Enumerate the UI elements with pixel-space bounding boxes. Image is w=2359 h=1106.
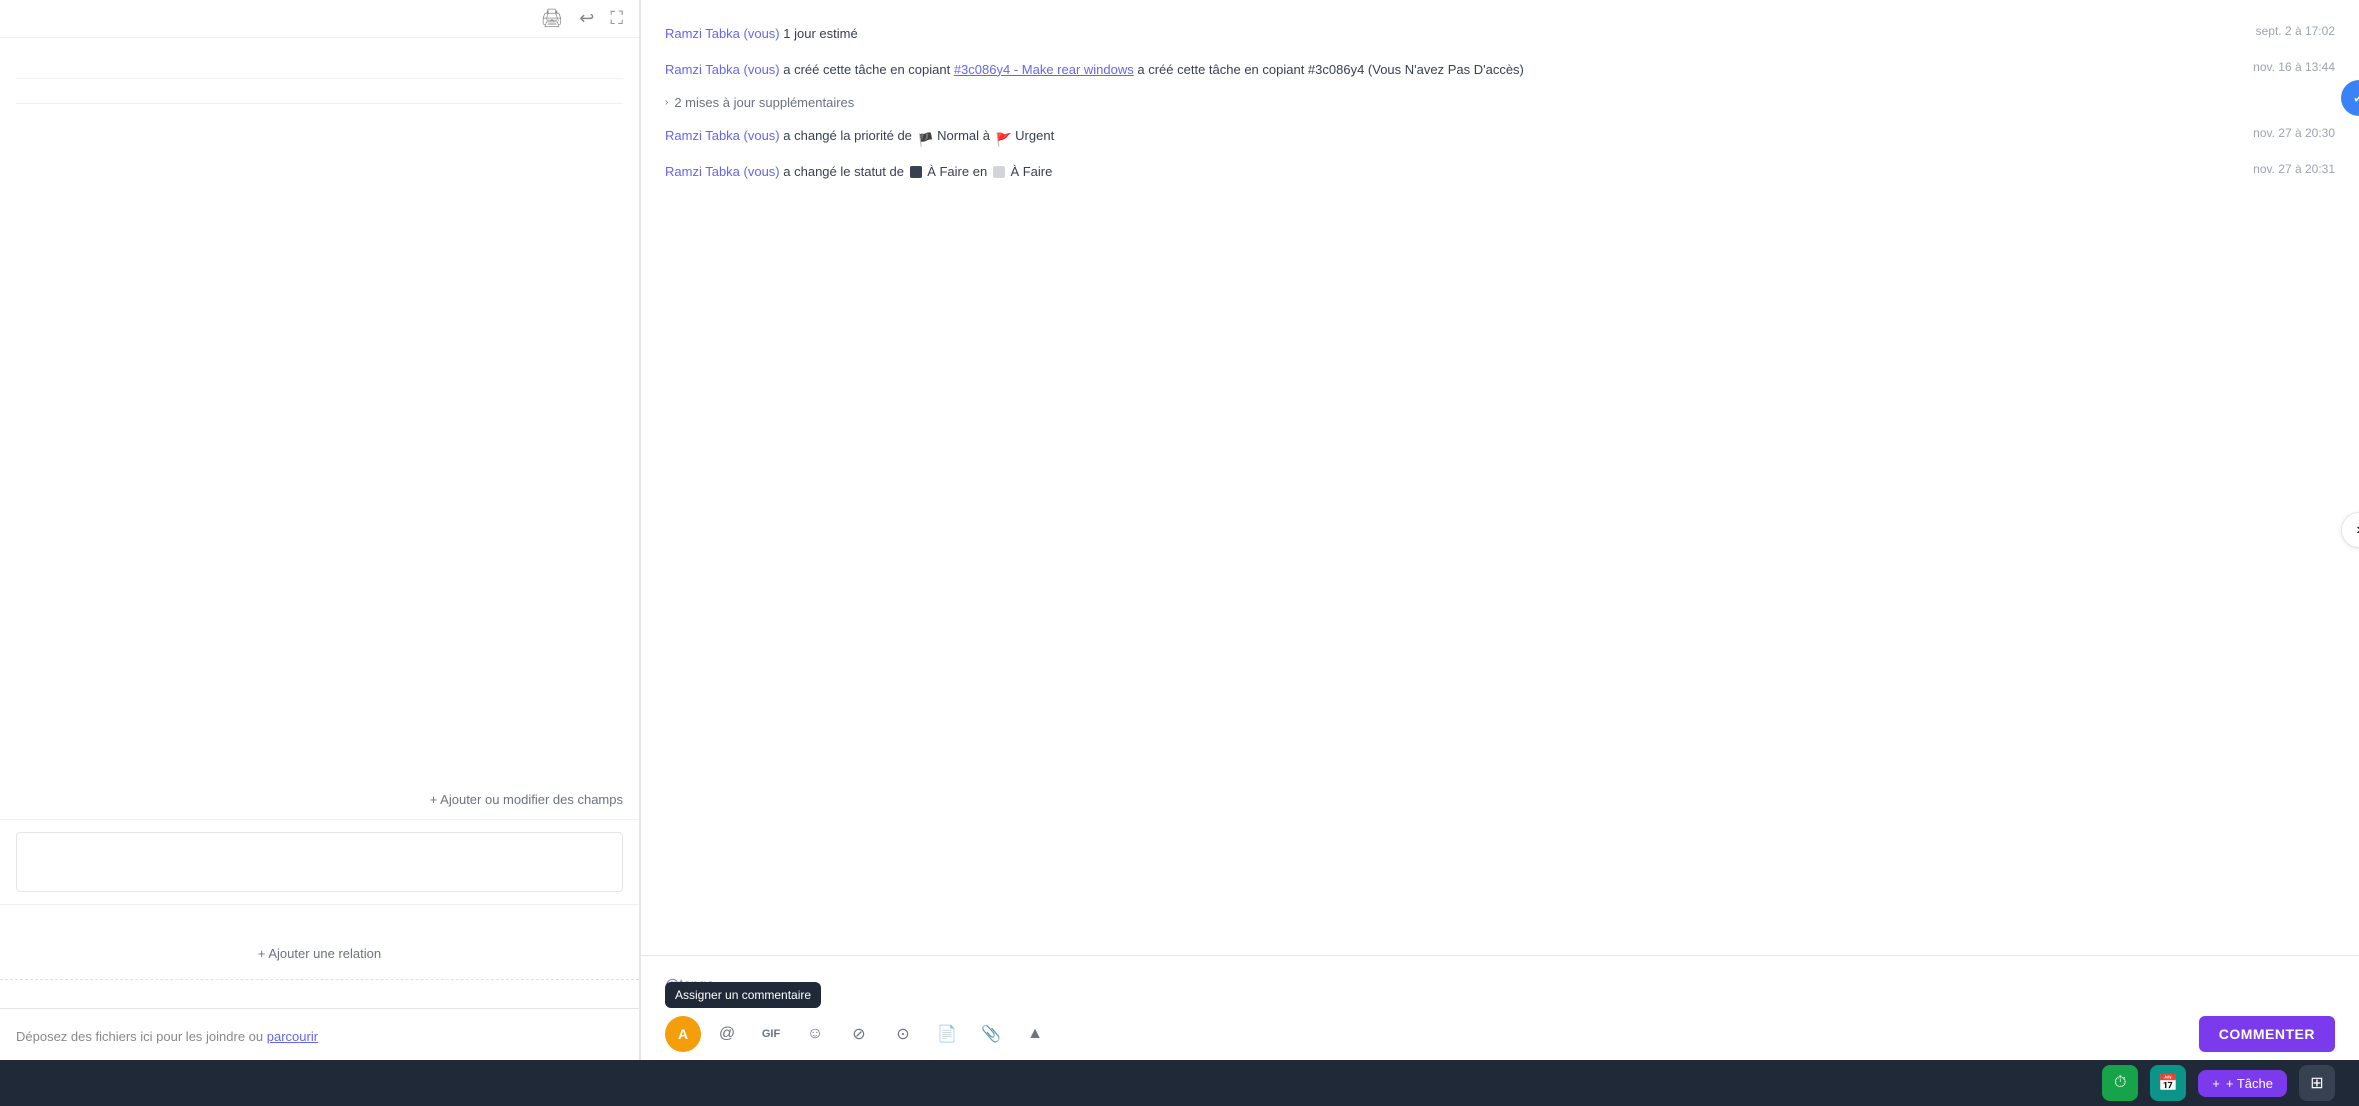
more-updates[interactable]: › 2 mises à jour supplémentaires xyxy=(665,87,2335,118)
left-content xyxy=(0,38,639,780)
emoji-icon: ☺ xyxy=(807,1025,823,1043)
record-icon: ⊙ xyxy=(896,1024,909,1044)
calendar-icon: 📅 xyxy=(2158,1073,2178,1093)
right-panel: › ✓ Ramzi Tabka (vous) 1 jour estimé sep… xyxy=(640,0,2359,1060)
mention-button[interactable]: @ xyxy=(709,1016,745,1052)
drop-zone: Déposez des fichiers ici pour les joindr… xyxy=(0,1013,639,1060)
user-link-2[interactable]: Ramzi Tabka (vous) xyxy=(665,62,780,77)
activity-post-2: a créé cette tâche en copiant #3c086y4 (… xyxy=(1137,62,1524,77)
gif-button[interactable]: GIF xyxy=(753,1016,789,1052)
add-modify-link[interactable]: + Ajouter ou modifier des champs xyxy=(430,792,623,807)
timestamp-2: nov. 16 à 13:44 xyxy=(2253,60,2335,74)
browse-link[interactable]: parcourir xyxy=(267,1029,318,1044)
add-relation-link[interactable]: + Ajouter une relation xyxy=(258,946,381,961)
drive-button[interactable]: ▲ xyxy=(1017,1016,1053,1052)
add-task-button[interactable]: + + Tâche xyxy=(2198,1070,2287,1097)
gif-icon: GIF xyxy=(762,1028,780,1040)
flag-normal-icon: 🏴 xyxy=(918,130,932,144)
calendar-button[interactable]: 📅 xyxy=(2150,1065,2186,1101)
user-link-4[interactable]: Ramzi Tabka (vous) xyxy=(665,128,780,143)
activity-pre-4: a changé la priorité de xyxy=(783,128,915,143)
more-updates-label: 2 mises à jour supplémentaires xyxy=(674,95,854,110)
strikethrough-icon: ⊘ xyxy=(852,1024,865,1044)
activity-feed: Ramzi Tabka (vous) 1 jour estimé sept. 2… xyxy=(641,0,2359,955)
activity-item-estimate: Ramzi Tabka (vous) 1 jour estimé sept. 2… xyxy=(665,16,2335,52)
comment-toolbar: Assigner un commentaire A @ GIF ☺ ⊘ ⊙ xyxy=(665,1008,2335,1060)
comment-section: @tango Assigner un commentaire A @ GIF ☺ xyxy=(641,955,2359,1060)
chevron-icon: › xyxy=(665,97,668,108)
print-icon[interactable]: 🖨 xyxy=(540,8,563,29)
activity-to-label: à xyxy=(983,128,994,143)
activity-pre-5: a changé le statut de xyxy=(783,164,907,179)
comment-text[interactable]: @tango xyxy=(665,968,2335,1008)
timer-button[interactable]: ⏱ xyxy=(2102,1065,2138,1101)
record-button[interactable]: ⊙ xyxy=(885,1016,921,1052)
expand-icon[interactable]: ⛶ xyxy=(610,8,623,29)
timer-icon: ⏱ xyxy=(2114,1074,2126,1092)
plus-icon: + xyxy=(2212,1076,2220,1091)
timestamp-4: nov. 27 à 20:30 xyxy=(2253,126,2335,140)
activity-content-estimate: Ramzi Tabka (vous) 1 jour estimé xyxy=(665,24,2240,44)
status-to: À Faire xyxy=(1010,164,1052,179)
task-link[interactable]: #3c086y4 - Make rear windows xyxy=(954,62,1134,77)
bottom-bar: ⏱ 📅 + + Tâche ⊞ xyxy=(0,1060,2359,1106)
assign-btn-wrapper: Assigner un commentaire A xyxy=(665,1016,701,1052)
left-toolbar: 🖨 ↩ ⛶ xyxy=(0,0,639,38)
activity-content-status: Ramzi Tabka (vous) a changé le statut de… xyxy=(665,162,2237,182)
field-row-1 xyxy=(16,54,623,79)
activity-content-priority: Ramzi Tabka (vous) a changé la priorité … xyxy=(665,126,2237,146)
add-relation-section: + Ajouter une relation xyxy=(0,929,639,980)
assign-button[interactable]: A xyxy=(665,1016,701,1052)
activity-content-created: Ramzi Tabka (vous) a créé cette tâche en… xyxy=(665,60,2237,80)
doc-icon: 📄 xyxy=(937,1024,957,1044)
priority-to: Urgent xyxy=(1015,128,1054,143)
status-from: À Faire xyxy=(927,164,969,179)
attach-button[interactable]: 📎 xyxy=(973,1016,1009,1052)
add-modify-section: + Ajouter ou modifier des champs xyxy=(0,780,639,820)
user-link-5[interactable]: Ramzi Tabka (vous) xyxy=(665,164,780,179)
flag-urgent-icon: 🚩 xyxy=(996,130,1010,144)
status-dot-from xyxy=(910,166,922,178)
history-icon[interactable]: ↩ xyxy=(579,8,594,29)
doc-button[interactable]: 📄 xyxy=(929,1016,965,1052)
activity-item-created: Ramzi Tabka (vous) a créé cette tâche en… xyxy=(665,52,2335,88)
left-panel: 🖨 ↩ ⛶ + Ajouter ou modifier des champs +… xyxy=(0,0,640,1060)
attach-icon: 📎 xyxy=(981,1024,1001,1044)
description-input[interactable] xyxy=(16,832,623,892)
activity-item-status: Ramzi Tabka (vous) a changé le statut de… xyxy=(665,154,2335,190)
activity-text-1: 1 jour estimé xyxy=(783,26,857,41)
text-area-section xyxy=(0,820,639,905)
activity-pre-2: a créé cette tâche en copiant xyxy=(783,62,954,77)
commenter-button[interactable]: COMMENTER xyxy=(2199,1016,2335,1052)
drive-icon: ▲ xyxy=(1027,1025,1043,1043)
user-link-1[interactable]: Ramzi Tabka (vous) xyxy=(665,26,780,41)
status-dot-to xyxy=(993,166,1005,178)
grid-button[interactable]: ⊞ xyxy=(2299,1065,2335,1101)
priority-from: Normal xyxy=(937,128,979,143)
timestamp-5: nov. 27 à 20:31 xyxy=(2253,162,2335,176)
emoji-button[interactable]: ☺ xyxy=(797,1016,833,1052)
activity-item-priority: Ramzi Tabka (vous) a changé la priorité … xyxy=(665,118,2335,154)
mention-icon: @ xyxy=(719,1025,735,1043)
grid-icon: ⊞ xyxy=(2310,1073,2323,1093)
timestamp-1: sept. 2 à 17:02 xyxy=(2256,24,2335,38)
add-task-label: + Tâche xyxy=(2226,1076,2273,1091)
strikethrough-button[interactable]: ⊘ xyxy=(841,1016,877,1052)
field-row-2 xyxy=(16,79,623,104)
drop-zone-text: Déposez des fichiers ici pour les joindr… xyxy=(16,1029,267,1044)
activity-en-label: en xyxy=(973,164,991,179)
